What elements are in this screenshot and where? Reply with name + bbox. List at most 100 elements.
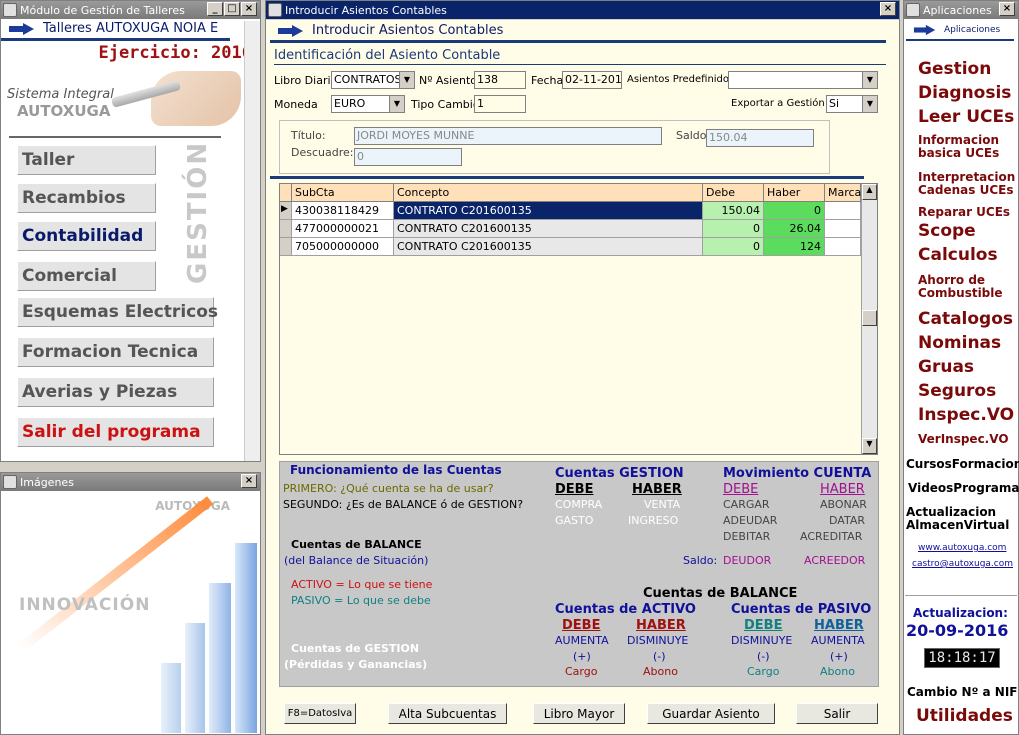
guardar-asiento-button[interactable]: Guardar Asiento bbox=[647, 703, 775, 724]
exportar-select[interactable]: Si ▼ bbox=[826, 95, 878, 113]
header-marca[interactable]: Marca bbox=[825, 184, 861, 202]
divider bbox=[9, 136, 221, 138]
header-subcta[interactable]: SubCta bbox=[292, 184, 394, 202]
cb-title: Cuentas de BALANCE bbox=[643, 586, 798, 601]
nav-contabilidad-button[interactable]: Contabilidad bbox=[17, 221, 156, 251]
minimize-button[interactable]: _ bbox=[207, 2, 223, 16]
app-reparar-uces[interactable]: Reparar UCEs bbox=[918, 206, 1010, 219]
window-icon bbox=[3, 475, 17, 489]
utilidades-link[interactable]: Utilidades bbox=[916, 706, 1013, 726]
grid-cell[interactable]: CONTRATO C201600135 bbox=[394, 238, 703, 256]
grid-cell[interactable]: 0 bbox=[764, 202, 825, 220]
nav-averias-button[interactable]: Averias y Piezas bbox=[17, 377, 214, 407]
grid-cell[interactable] bbox=[825, 202, 861, 220]
app-gestion[interactable]: Gestion bbox=[918, 60, 991, 79]
left-scrollbar[interactable] bbox=[244, 21, 260, 461]
grid-scrollbar[interactable]: ▲ ▼ bbox=[861, 184, 877, 454]
mc-debe: DEBE bbox=[723, 482, 759, 497]
close-button[interactable]: × bbox=[241, 2, 257, 16]
predef-select[interactable]: ▼ bbox=[728, 71, 878, 89]
update-label: Actualizacion: bbox=[913, 606, 1008, 620]
cg-ingreso: INGRESO bbox=[628, 514, 679, 527]
header-haber[interactable]: Haber bbox=[764, 184, 825, 202]
f8-datosiva-button[interactable]: F8=DatosIva bbox=[284, 703, 356, 724]
app-ahorro-combustible[interactable]: Ahorro de Combustible bbox=[918, 274, 1010, 299]
scroll-thumb[interactable] bbox=[862, 310, 877, 326]
grid-cell[interactable]: CONTRATO C201600135 bbox=[394, 202, 703, 220]
grid-cell[interactable] bbox=[825, 220, 861, 238]
row-selector[interactable] bbox=[280, 220, 292, 238]
app-informacion-uces[interactable]: Informacion basica UCEs bbox=[918, 134, 1010, 159]
cp-minus: (-) bbox=[757, 650, 770, 663]
app-actualizacion-almacen[interactable]: Actualizacion AlmacenVirtual bbox=[906, 506, 1014, 531]
app-verinspec-vo[interactable]: VerInspec.VO bbox=[918, 433, 1009, 446]
grid-cell[interactable]: 0 bbox=[703, 220, 764, 238]
app-videos-programa[interactable]: VideosPrograma bbox=[908, 482, 1019, 495]
app-cursos-formacion[interactable]: CursosFormacion bbox=[906, 458, 1019, 471]
libro-select[interactable]: CONTRATOS ▼ bbox=[331, 71, 415, 89]
app-scope[interactable]: Scope bbox=[918, 222, 976, 241]
app-seguros[interactable]: Seguros bbox=[918, 382, 996, 401]
web-link[interactable]: www.autoxuga.com bbox=[918, 543, 1006, 553]
header-concepto[interactable]: Concepto bbox=[394, 184, 703, 202]
cambio-input[interactable]: 1 bbox=[474, 95, 526, 113]
scroll-up-icon[interactable]: ▲ bbox=[862, 184, 877, 200]
app-gruas[interactable]: Gruas bbox=[918, 358, 974, 377]
cambio-nif-link[interactable]: Cambio Nº a NIF bbox=[907, 685, 1018, 699]
left-titlebar: Módulo de Gestión de Talleres _ □ × bbox=[1, 1, 260, 19]
scroll-down-icon[interactable]: ▼ bbox=[862, 438, 877, 454]
apps-titlebar: Aplicaciones × bbox=[904, 1, 1018, 19]
alta-subcuentas-button[interactable]: Alta Subcuentas bbox=[388, 703, 507, 724]
asiento-input[interactable]: 138 bbox=[474, 71, 526, 89]
grid-cell[interactable]: 124 bbox=[764, 238, 825, 256]
fecha-input[interactable]: 02-11-2016 bbox=[562, 71, 622, 89]
moneda-select[interactable]: EURO ▼ bbox=[331, 95, 405, 113]
app-catalogos[interactable]: Catalogos bbox=[918, 310, 1013, 329]
app-interpretacion-uces[interactable]: Interpretacion Cadenas UCEs bbox=[918, 171, 1015, 196]
grid-cell[interactable]: 26.04 bbox=[764, 220, 825, 238]
mc-abonar: ABONAR bbox=[820, 498, 867, 511]
nav-formacion-button[interactable]: Formacion Tecnica bbox=[17, 337, 214, 367]
app-inspec-vo[interactable]: Inspec.VO bbox=[918, 406, 1014, 425]
pasivo-def: PASIVO = Lo que se debe bbox=[291, 594, 431, 607]
dropdown-arrow-icon: ▼ bbox=[862, 96, 877, 112]
divider bbox=[905, 595, 1017, 596]
app-nominas[interactable]: Nominas bbox=[918, 334, 1001, 353]
entries-grid[interactable]: SubCta Concepto Debe Haber Marca ▶ 43003… bbox=[279, 183, 878, 455]
balance-title: Cuentas de BALANCE bbox=[291, 538, 422, 551]
email-link[interactable]: castro@autoxuga.com bbox=[912, 559, 1013, 569]
main-header: Introducir Asientos Contables bbox=[270, 21, 886, 43]
images-titlebar: Imágenes × bbox=[1, 473, 260, 491]
grid-cell[interactable] bbox=[825, 238, 861, 256]
nav-salir-button[interactable]: Salir del programa bbox=[17, 417, 214, 447]
libro-mayor-button[interactable]: Libro Mayor bbox=[533, 703, 625, 724]
acreedor-label: ACREEDOR bbox=[804, 554, 866, 567]
salir-button[interactable]: Salir bbox=[796, 703, 878, 724]
grid-cell[interactable]: 150.04 bbox=[703, 202, 764, 220]
titulo-input[interactable]: JORDI MOYES MUNNE bbox=[354, 127, 662, 145]
nav-esquemas-button[interactable]: Esquemas Electricos bbox=[17, 297, 218, 327]
main-header-title: Introducir Asientos Contables bbox=[312, 23, 504, 38]
maximize-button[interactable]: □ bbox=[224, 2, 240, 16]
close-button[interactable]: × bbox=[880, 2, 896, 16]
mc-adeudar: ADEUDAR bbox=[723, 514, 778, 527]
nav-comercial-button[interactable]: Comercial bbox=[17, 261, 156, 291]
dropdown-arrow-icon: ▼ bbox=[862, 72, 877, 88]
nav-taller-button[interactable]: Taller bbox=[17, 145, 156, 175]
grid-cell[interactable]: CONTRATO C201600135 bbox=[394, 220, 703, 238]
grid-cell[interactable]: 477000000021 bbox=[292, 220, 394, 238]
mc-haber: HABER bbox=[820, 482, 865, 497]
app-leer-uces[interactable]: Leer UCEs bbox=[918, 108, 1014, 127]
app-calculos[interactable]: Calculos bbox=[918, 246, 998, 265]
grid-cell[interactable]: 705000000000 bbox=[292, 238, 394, 256]
app-diagnosis[interactable]: Diagnosis bbox=[918, 84, 1011, 103]
grid-cell[interactable]: 430038118429 bbox=[292, 202, 394, 220]
close-button[interactable]: × bbox=[999, 2, 1015, 16]
header-debe[interactable]: Debe bbox=[703, 184, 764, 202]
grid-cell[interactable]: 0 bbox=[703, 238, 764, 256]
close-button[interactable]: × bbox=[241, 474, 257, 488]
moneda-label: Moneda bbox=[274, 98, 318, 111]
row-selector[interactable] bbox=[280, 238, 292, 256]
left-window-title: Módulo de Gestión de Talleres bbox=[20, 3, 185, 17]
nav-recambios-button[interactable]: Recambios bbox=[17, 183, 156, 213]
